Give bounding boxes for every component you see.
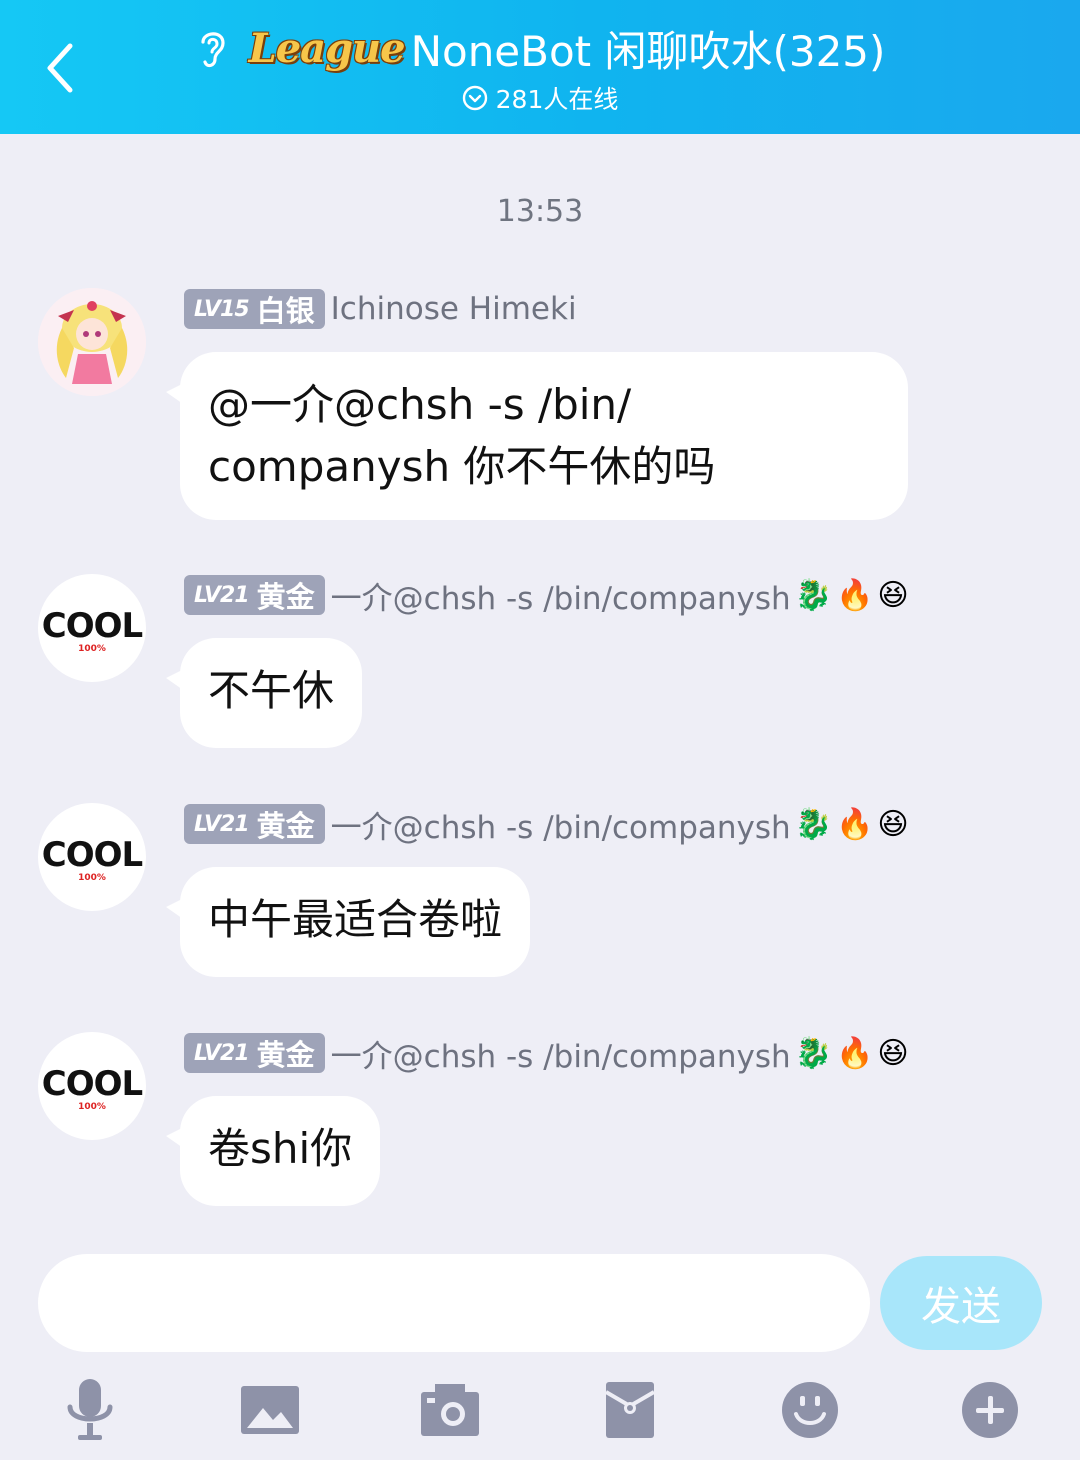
- sender-row: LV21 黄金 一介@chsh -s /bin/companysh 🐉 🔥 😆: [184, 1031, 909, 1076]
- message-text: 不午休: [208, 666, 335, 715]
- more-button[interactable]: [950, 1370, 1030, 1450]
- emoji-button[interactable]: [770, 1370, 850, 1450]
- rank-text: 黄金: [256, 1038, 315, 1072]
- send-button[interactable]: 发送: [880, 1256, 1042, 1350]
- dragon-icon: 🐉: [794, 577, 833, 613]
- image-button[interactable]: [230, 1370, 310, 1450]
- rank-text: 黄金: [256, 809, 315, 843]
- avatar-text: COOL: [41, 835, 143, 875]
- laughing-face-icon: 😆: [877, 806, 909, 842]
- anime-girl-avatar-icon: [38, 288, 146, 396]
- red-packet-icon: [604, 1382, 656, 1438]
- message-timestamp: 13:53: [496, 194, 584, 229]
- ear-icon[interactable]: [195, 26, 231, 70]
- group-title: NoneBot 闲聊吹水(325): [410, 26, 886, 76]
- avatar-subtext: 100%: [78, 644, 106, 654]
- message-text: 中午最适合卷啦: [208, 895, 503, 944]
- avatar[interactable]: COOL 100%: [38, 574, 146, 682]
- plus-icon: [962, 1382, 1018, 1438]
- online-check-icon: [462, 85, 487, 111]
- camera-button[interactable]: [410, 1370, 490, 1450]
- chat-area[interactable]: 13:53 LV15 白银 Ichinose Himeki @一介@chsh -…: [0, 134, 1080, 1230]
- sender-row: LV21 黄金 一介@chsh -s /bin/companysh 🐉 🔥 😆: [184, 573, 909, 618]
- title-row[interactable]: League NoneBot 闲聊吹水(325): [0, 18, 1080, 78]
- message-bubble[interactable]: 不午休: [165, 638, 363, 748]
- avatar-subtext: 100%: [78, 1102, 106, 1112]
- message-bubble[interactable]: 中午最适合卷啦: [165, 867, 531, 977]
- level-text: LV21: [194, 811, 250, 837]
- avatar-text: COOL: [41, 606, 143, 646]
- avatar[interactable]: [38, 288, 146, 396]
- fire-icon: 🔥: [836, 1035, 874, 1071]
- sender-row: LV15 白银 Ichinose Himeki: [184, 288, 577, 330]
- laughing-face-icon: 😆: [877, 1035, 909, 1071]
- rank-text: 白银: [256, 294, 315, 328]
- avatar-text: COOL: [41, 1064, 143, 1104]
- level-badge: LV15 白银: [184, 289, 325, 329]
- level-text: LV21: [194, 1040, 250, 1066]
- voice-button[interactable]: [50, 1370, 130, 1450]
- avatar-subtext: 100%: [78, 873, 106, 883]
- avatar[interactable]: COOL 100%: [38, 1032, 146, 1140]
- message-input[interactable]: [38, 1254, 870, 1352]
- message-text-line: companysh 你不午休的吗: [208, 442, 716, 491]
- league-logo: League: [248, 24, 406, 72]
- sender-name[interactable]: 一介@chsh -s /bin/companysh: [331, 1031, 791, 1076]
- message-text: 卷shi你: [208, 1124, 353, 1173]
- microphone-icon: [67, 1379, 113, 1440]
- online-status[interactable]: 281人在线: [0, 80, 1080, 116]
- avatar[interactable]: COOL 100%: [38, 803, 146, 911]
- message-bubble[interactable]: 卷shi你: [165, 1096, 381, 1206]
- input-area: 发送: [0, 1230, 1080, 1460]
- rank-text: 黄金: [256, 580, 315, 614]
- camera-icon: [421, 1384, 479, 1436]
- level-text: LV21: [194, 582, 250, 608]
- online-count: 281人在线: [495, 85, 619, 114]
- level-text: LV15: [194, 296, 250, 322]
- level-badge: LV21 黄金: [184, 575, 325, 615]
- fire-icon: 🔥: [836, 577, 874, 613]
- sender-name[interactable]: 一介@chsh -s /bin/companysh: [331, 573, 791, 618]
- level-badge: LV21 黄金: [184, 804, 325, 844]
- fire-icon: 🔥: [836, 806, 874, 842]
- input-toolbar: [0, 1370, 1080, 1460]
- dragon-icon: 🐉: [794, 1035, 833, 1071]
- dragon-icon: 🐉: [794, 806, 833, 842]
- chat-header: League NoneBot 闲聊吹水(325) 281人在线: [0, 0, 1080, 134]
- sender-row: LV21 黄金 一介@chsh -s /bin/companysh 🐉 🔥 😆: [184, 802, 909, 847]
- message-text-line: @一介@chsh -s /bin/: [208, 380, 632, 429]
- sender-name[interactable]: 一介@chsh -s /bin/companysh: [331, 802, 791, 847]
- sender-name[interactable]: Ichinose Himeki: [331, 291, 577, 327]
- image-icon: [241, 1386, 299, 1434]
- emoji-icon: [782, 1382, 838, 1438]
- level-badge: LV21 黄金: [184, 1033, 325, 1073]
- message-bubble[interactable]: @一介@chsh -s /bin/ companysh 你不午休的吗: [166, 352, 908, 520]
- laughing-face-icon: 😆: [877, 577, 909, 613]
- red-packet-button[interactable]: [590, 1370, 670, 1450]
